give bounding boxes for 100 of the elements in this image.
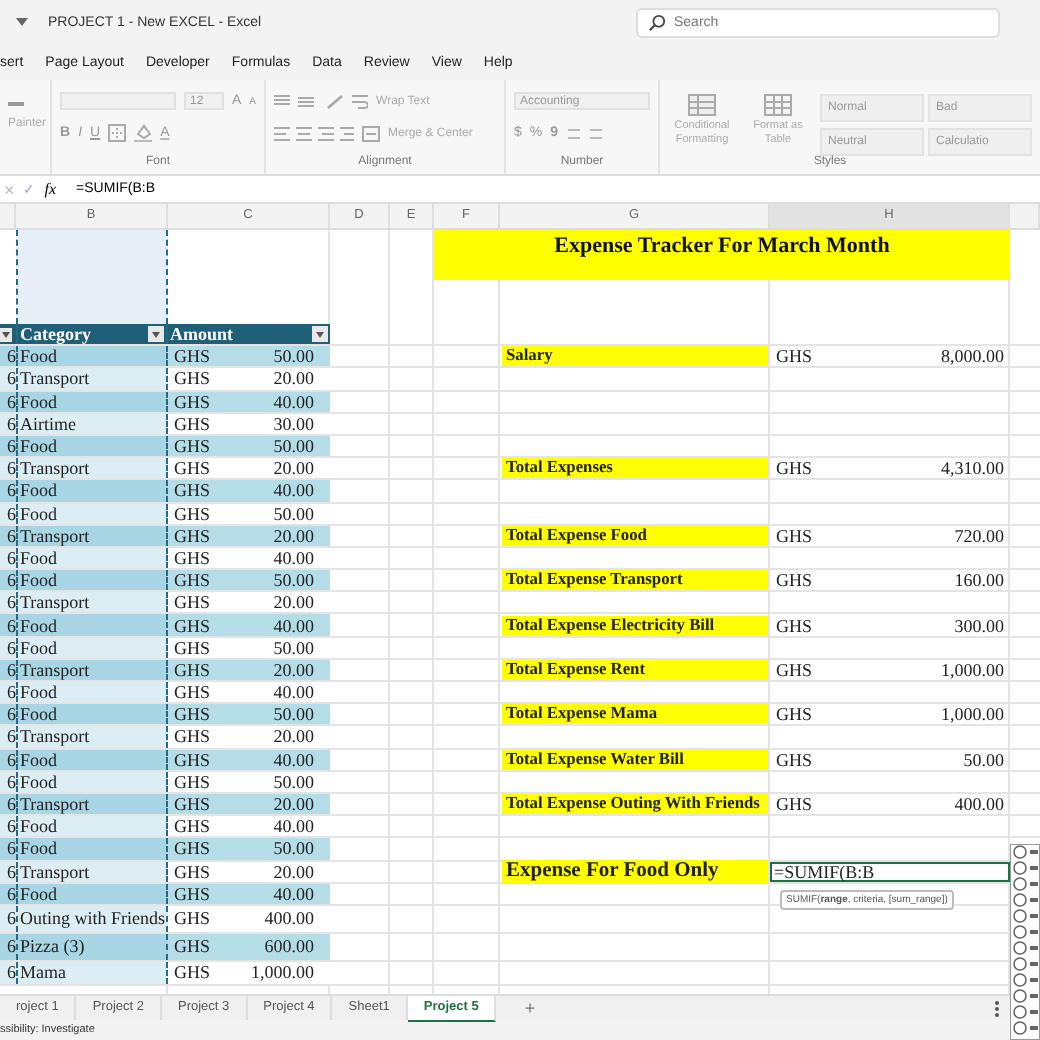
cell-text: 400.00 <box>264 908 314 929</box>
table-cell: 6 <box>0 793 16 815</box>
align-top-icon[interactable] <box>274 94 319 108</box>
table-cell: 6 <box>0 659 16 680</box>
table-cell: 6 <box>0 861 16 882</box>
cell-text: 40.00 <box>273 391 314 412</box>
cell-text: 20.00 <box>273 458 314 479</box>
cell-text: 50.00 <box>273 637 314 658</box>
cell-text: 1,000.00 <box>941 704 1004 725</box>
table-cell: Food <box>16 435 168 457</box>
cell-text: GHS <box>776 794 813 815</box>
cell-text: GHS <box>174 838 211 859</box>
cell-text: GHS <box>174 458 211 479</box>
cell-text: 600.00 <box>264 936 314 957</box>
cell-text: GHS <box>174 637 211 658</box>
table-cell: 6 <box>0 883 16 904</box>
cell-text: 50.00 <box>273 838 314 859</box>
table-cell: Transport <box>16 458 168 479</box>
summary-label: Total Expense Transport <box>502 570 768 591</box>
cell-text: 400.00 <box>954 794 1004 815</box>
table-cell: Transport <box>16 861 168 882</box>
borders-icon[interactable] <box>108 124 127 142</box>
cell-text: GHS <box>174 480 211 501</box>
table-cell: 6 <box>0 346 16 367</box>
table-cell: Transport <box>16 592 168 613</box>
table-cell: 6 <box>0 726 16 748</box>
decimal-icon[interactable] <box>566 125 607 141</box>
table-cell: Food <box>16 547 168 569</box>
cell-text: GHS <box>174 525 211 546</box>
cell-text: GHS <box>174 749 211 770</box>
search-icon <box>648 13 666 31</box>
summary-label: Expense For Food Only <box>502 859 768 884</box>
sheet-title: Expense Tracker For March Month <box>434 230 1010 280</box>
cell-text: GHS <box>174 908 211 929</box>
cell-text: GHS <box>776 659 813 680</box>
fill-color-icon[interactable] <box>134 124 153 142</box>
cell-text: 20.00 <box>273 861 314 882</box>
undo-caret-icon[interactable] <box>16 18 28 26</box>
cell-text: 50.00 <box>273 503 314 524</box>
cell-text: GHS <box>174 503 211 524</box>
summary-label: Total Expense Outing With Friends <box>502 794 768 815</box>
table-cell: Food <box>16 637 168 658</box>
cell-text: 20.00 <box>273 368 314 389</box>
filter-dropdown-icon[interactable] <box>312 326 328 343</box>
table-cell: Food <box>16 682 168 703</box>
cell-text: 50.00 <box>273 704 314 725</box>
cell-text: GHS <box>776 346 813 367</box>
cell-text: GHS <box>174 936 211 957</box>
table-cell: Airtime <box>16 413 168 434</box>
table-cell: 6 <box>0 503 16 524</box>
cell-text: GHS <box>174 615 211 636</box>
table-cell: Food <box>16 480 168 501</box>
cell-text: GHS <box>174 704 211 725</box>
cell-text: 160.00 <box>954 570 1004 591</box>
cell-text: 50.00 <box>273 436 314 457</box>
cell-text: 50.00 <box>273 346 314 367</box>
align-left-icon[interactable] <box>274 125 355 141</box>
add-sheet-button[interactable]: + <box>524 998 536 1018</box>
table-cell: Transport <box>16 659 168 680</box>
cell-text: 40.00 <box>273 480 314 501</box>
table-cell: Pizza (3) <box>16 933 168 960</box>
table-cell: 6 <box>0 749 16 770</box>
table-cell: 6 <box>0 961 16 984</box>
filter-dropdown-icon[interactable] <box>0 327 12 342</box>
cell-text: 40.00 <box>273 883 314 904</box>
cell-text: GHS <box>776 458 813 479</box>
table-cell: Food <box>16 816 168 837</box>
insert-function-button[interactable]: fx <box>44 180 57 198</box>
cell-text: 720.00 <box>954 525 1004 546</box>
wrap-icon[interactable] <box>352 93 369 109</box>
more-icon[interactable] <box>994 999 1000 1017</box>
summary-label: Total Expense Food <box>502 525 768 546</box>
table-cell: Food <box>16 771 168 792</box>
table-cell: 6 <box>0 570 16 591</box>
merge-icon[interactable] <box>362 125 381 141</box>
table-cell: 6 <box>0 413 16 434</box>
cell-text: GHS <box>174 570 211 591</box>
table-cell: 6 <box>0 391 16 412</box>
cell-text: GHS <box>776 749 813 770</box>
cell-text: GHS <box>174 883 211 904</box>
cell-text: GHS <box>174 816 211 837</box>
filter-dropdown-icon[interactable] <box>148 326 164 343</box>
table-cell: Food <box>16 346 168 367</box>
table-cell: Food <box>16 883 168 904</box>
orientation-icon[interactable] <box>326 93 345 109</box>
cell-text: 300.00 <box>954 615 1004 636</box>
cell-text: GHS <box>174 861 211 882</box>
table-cell: Transport <box>16 368 168 390</box>
table-cell: 6 <box>0 547 16 569</box>
table-cell: 6 <box>0 592 16 613</box>
table-cell: Food <box>16 838 168 859</box>
table-cell: Food <box>16 391 168 412</box>
table-cell: 6 <box>0 480 16 501</box>
cell-text: 40.00 <box>273 547 314 568</box>
table-cell: 6 <box>0 614 16 636</box>
cell-text: 20.00 <box>273 794 314 815</box>
function-list-drawing[interactable] <box>1010 844 1040 1040</box>
cell-text: 4,310.00 <box>941 458 1004 479</box>
table-cell: 6 <box>0 771 16 792</box>
cell-text: 20.00 <box>273 726 314 747</box>
